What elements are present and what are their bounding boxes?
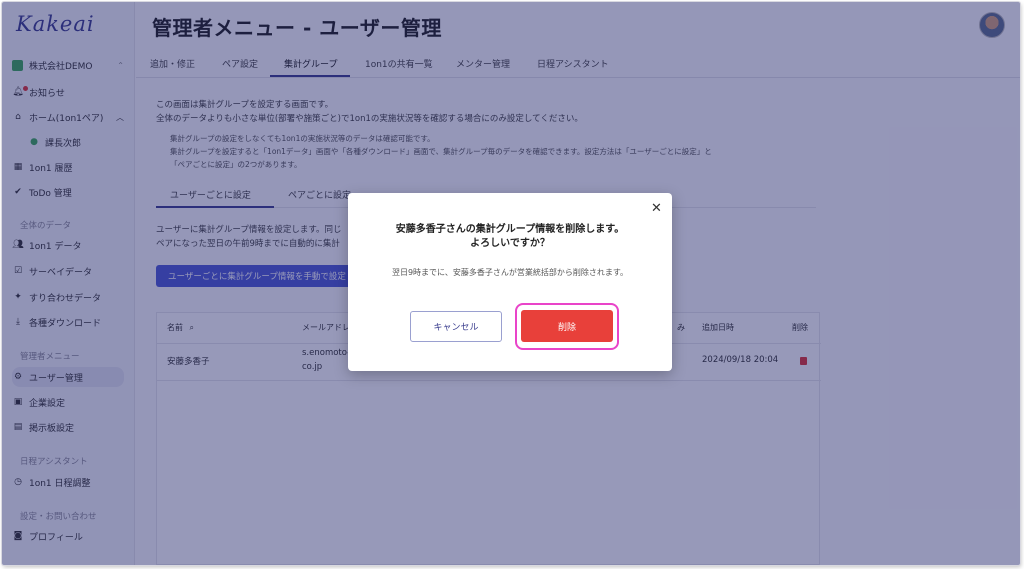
app-window: Kakeai 株式会社DEMO ⌃ 🔔︎ お知らせ ⌂ ホーム(1on1ペア) … (2, 2, 1020, 565)
dialog-title: 安藤多香子さんの集計グループ情報を削除します。 よろしいですか？ (348, 223, 672, 251)
delete-button[interactable]: 削除 (521, 310, 613, 342)
dialog-title-line-2: よろしいですか？ (470, 238, 550, 249)
cancel-button[interactable]: キャンセル (410, 311, 502, 342)
dialog-title-line-1: 安藤多香子さんの集計グループ情報を削除します。 (395, 224, 625, 235)
dialog-message: 翌日9時までに、安藤多香子さんが営業統括部から削除されます。 (391, 268, 629, 277)
close-icon[interactable]: ✕ (651, 201, 662, 216)
delete-confirm-dialog: ✕ 安藤多香子さんの集計グループ情報を削除します。 よろしいですか？ 翌日9時ま… (348, 193, 672, 371)
